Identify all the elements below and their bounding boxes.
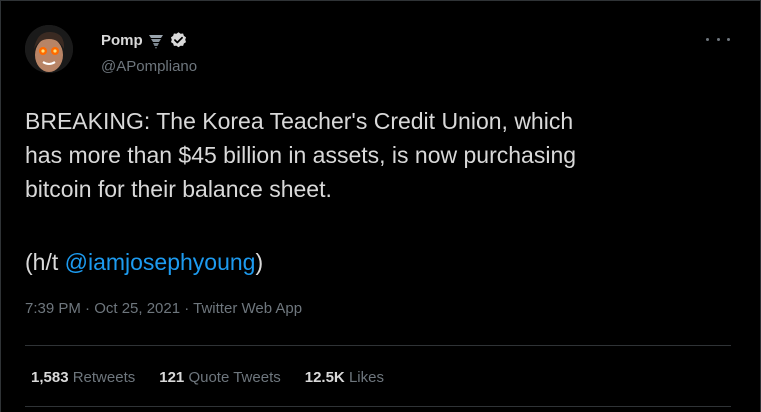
tweet-text: BREAKING: The Korea Teacher's Credit Uni… bbox=[25, 108, 577, 202]
display-name[interactable]: Pomp bbox=[101, 32, 143, 49]
quote-tweets-label: Quote Tweets bbox=[188, 369, 281, 386]
hat-tip-prefix: (h/t bbox=[25, 249, 65, 275]
quote-tweets-count: 121 bbox=[159, 369, 185, 386]
likes-stat[interactable]: 12.5K Likes bbox=[305, 369, 384, 386]
engagement-stats: 1,583 Retweets 121 Quote Tweets 12.5K Li… bbox=[31, 369, 384, 386]
handle[interactable]: @APompliano bbox=[101, 58, 197, 75]
tweet-meta[interactable]: 7:39 PM · Oct 25, 2021 · Twitter Web App bbox=[25, 300, 302, 317]
avatar[interactable] bbox=[25, 25, 73, 73]
tornado-icon bbox=[147, 32, 165, 50]
hat-tip-line: (h/t @iamjosephyoung) bbox=[25, 245, 263, 279]
likes-count: 12.5K bbox=[304, 369, 345, 386]
avatar-image bbox=[25, 25, 73, 73]
divider bbox=[25, 406, 731, 407]
retweets-label: Retweets bbox=[72, 369, 136, 386]
verified-badge-icon bbox=[169, 31, 188, 50]
mention-link[interactable]: @iamjosephyoung bbox=[65, 249, 256, 275]
quote-tweets-stat[interactable]: 121 Quote Tweets bbox=[159, 369, 280, 386]
tweet-card: Pomp @APompliano BREAKING: The Korea Tea… bbox=[0, 0, 761, 412]
author-row[interactable]: Pomp bbox=[101, 31, 188, 50]
retweets-count: 1,583 bbox=[31, 369, 69, 386]
hat-tip-suffix: ) bbox=[255, 249, 264, 275]
retweets-stat[interactable]: 1,583 Retweets bbox=[31, 369, 135, 386]
more-options-icon[interactable] bbox=[706, 31, 730, 47]
divider bbox=[25, 345, 731, 346]
likes-label: Likes bbox=[348, 369, 384, 386]
